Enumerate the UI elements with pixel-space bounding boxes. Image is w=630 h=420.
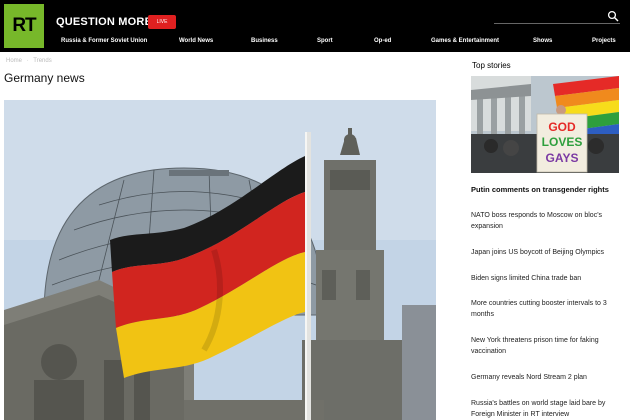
- top-stories-title: Top stories: [472, 61, 511, 70]
- top-story-image[interactable]: GOD LOVES GAYS: [471, 76, 619, 173]
- nav-shows[interactable]: Shows: [533, 38, 552, 44]
- breadcrumb: Home · Trends: [6, 58, 55, 64]
- hero-image[interactable]: [4, 100, 436, 420]
- sign-text-line-1: GOD: [548, 120, 576, 134]
- tagline: QUESTION MORE: [56, 16, 153, 28]
- story-link[interactable]: New York threatens prison time for fakin…: [471, 335, 621, 357]
- breadcrumb-trends[interactable]: Trends: [33, 58, 51, 64]
- story-link[interactable]: Japan joins US boycott of Beijing Olympi…: [471, 247, 621, 258]
- nav-world-news[interactable]: World News: [179, 38, 213, 44]
- nav-games-entertainment[interactable]: Games & Entertainment: [431, 38, 499, 44]
- nav-business[interactable]: Business: [251, 38, 278, 44]
- story-link[interactable]: More countries cutting booster intervals…: [471, 298, 621, 320]
- story-link[interactable]: Germany reveals Nord Stream 2 plan: [471, 372, 621, 383]
- nav-sport[interactable]: Sport: [317, 38, 333, 44]
- nav-op-ed[interactable]: Op-ed: [374, 38, 391, 44]
- sign-text-line-2: LOVES: [542, 135, 583, 149]
- nav-projects[interactable]: Projects: [592, 38, 616, 44]
- story-link[interactable]: Russia's battles on world stage laid bar…: [471, 398, 621, 420]
- main-nav: Russia & Former Soviet Union World News …: [0, 36, 630, 50]
- lead-story-link[interactable]: Putin comments on transgender rights: [471, 185, 626, 195]
- story-link[interactable]: Biden signs limited China trade ban: [471, 273, 621, 284]
- search-input[interactable]: [494, 9, 604, 23]
- search-icon[interactable]: [607, 10, 619, 22]
- search-box: [494, 9, 620, 24]
- breadcrumb-separator: ·: [26, 58, 29, 64]
- page-title: Germany news: [4, 71, 85, 85]
- story-link[interactable]: NATO boss responds to Moscow on bloc's e…: [471, 210, 621, 232]
- nav-russia-former-soviet-union[interactable]: Russia & Former Soviet Union: [61, 38, 147, 44]
- top-bar: RT QUESTION MORE LIVE Russia & Former So…: [0, 0, 630, 52]
- rainbow-flag-protest-photo: GOD LOVES GAYS: [471, 76, 619, 173]
- live-button[interactable]: LIVE: [148, 15, 176, 29]
- breadcrumb-home[interactable]: Home: [6, 58, 22, 64]
- sign-text-line-3: GAYS: [546, 151, 579, 165]
- reichstag-flag-photo: [4, 100, 436, 420]
